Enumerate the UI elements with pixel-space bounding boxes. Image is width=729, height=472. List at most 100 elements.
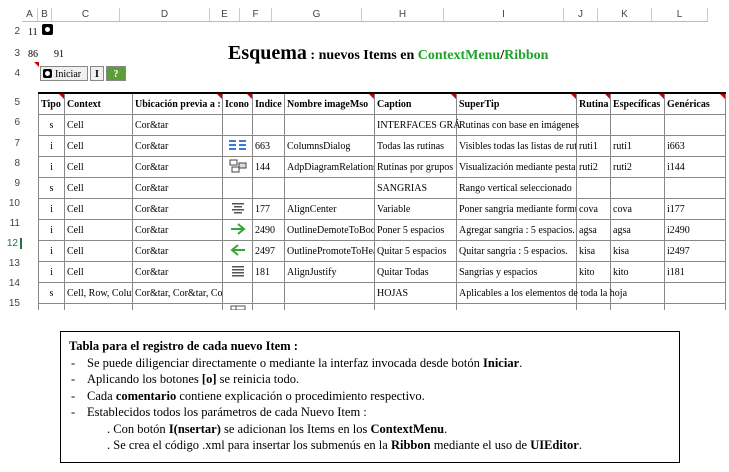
row-header[interactable]: 10 [0,198,22,209]
cell-icono[interactable] [222,219,253,241]
cell-gener[interactable]: i2490 [664,219,726,241]
col-header[interactable]: J [564,8,598,21]
cell-espec[interactable]: cova [610,198,665,220]
cell-rutina[interactable]: ruti2 [576,156,611,178]
cell-indice[interactable]: 663 [252,135,285,157]
cell-gener[interactable] [664,114,726,136]
cell-supertip[interactable]: Agregar sangria : 5 espacios. [456,219,577,241]
cell-gener[interactable]: i2497 [664,240,726,262]
cell-supertip[interactable]: Visibles todas las listas de rutinas [456,135,577,157]
cell-nombre[interactable] [284,282,375,304]
cell-indice[interactable]: 160 [252,303,285,310]
col-header[interactable]: D [120,8,210,21]
col-header[interactable]: E [210,8,240,21]
row-header[interactable]: 4 [0,68,22,79]
cell-ubic[interactable]: Cor&tar, Cor&tar, Cor&tar, &Insertar… [132,282,223,304]
cell-tipo[interactable]: s [38,282,65,304]
row-header[interactable]: 6 [0,117,22,128]
header-indice[interactable]: Indice [252,92,285,115]
cell-tipo[interactable]: i [38,261,65,283]
cell-gener[interactable] [664,282,726,304]
cell-espec[interactable]: ruti1 [610,135,665,157]
cell-rutina[interactable]: insH [576,303,611,310]
header-context[interactable]: Context [64,92,133,115]
cell-rutina[interactable] [576,177,611,199]
cell-context[interactable]: Cell [64,135,133,157]
cell-rutina[interactable]: cova [576,198,611,220]
cell-espec[interactable]: kito [610,261,665,283]
row-header[interactable]: 15 [0,298,22,309]
cell-indice[interactable] [252,177,285,199]
col-header[interactable]: G [272,8,362,21]
cell-icono[interactable] [222,303,253,310]
cell-caption[interactable]: HOJAS [374,282,457,304]
cell-nombre[interactable] [284,114,375,136]
col-header[interactable]: F [240,8,272,21]
cell-caption[interactable]: Poner 5 espacios [374,219,457,241]
cell-gener[interactable]: i177 [664,198,726,220]
row-header[interactable]: 13 [0,258,22,269]
cell-tipo[interactable]: i [38,135,65,157]
row-header[interactable]: 5 [0,97,22,108]
cell-context[interactable]: Cell, Row, Column [64,282,133,304]
cell-indice[interactable]: 2497 [252,240,285,262]
col-header[interactable]: K [598,8,652,21]
header-supertip[interactable]: SuperTip [456,92,577,115]
cell-supertip[interactable]: Sangrias y espacios [456,261,577,283]
cell-context[interactable]: Cell [64,114,133,136]
cell-espec[interactable] [610,177,665,199]
cell-gener[interactable]: i663 [664,135,726,157]
cell-supertip[interactable]: Aplicables a los elementos de toda la ho… [456,282,627,304]
cell-rutina[interactable] [576,114,611,136]
cell-context[interactable]: Cell [64,261,133,283]
cell-a2[interactable]: 11 [28,26,38,40]
cell-nombre[interactable]: ColumnsDialog [284,135,375,157]
header-ubicacion[interactable]: Ubicación previa a : [132,92,223,115]
cell-indice[interactable] [252,282,285,304]
cell-ubic[interactable]: Cor&tar [132,219,223,241]
cell-supertip[interactable]: Visualización mediante pestañas [456,156,577,178]
cell-b3[interactable]: 91 [54,48,64,62]
row-header[interactable]: 14 [0,278,22,289]
cell-espec[interactable]: agsa [610,219,665,241]
cell-icono[interactable] [222,240,253,262]
cell-gener[interactable]: i181 [664,261,726,283]
cell-icono[interactable] [222,282,253,304]
row-header-selected[interactable]: 12 [0,238,22,249]
cell-caption[interactable]: Variable [374,198,457,220]
cell-context[interactable]: Cell, Row, Column [64,303,133,310]
cell-gener[interactable]: i160 [664,303,726,310]
cell-ubic[interactable]: Cor&tar [132,114,223,136]
cell-gener[interactable] [664,177,726,199]
cell-tipo[interactable]: i [38,219,65,241]
cell-supertip[interactable]: Poner sangria mediante formulario [456,198,577,220]
cell-caption[interactable]: Rutinas por grupos [374,156,457,178]
col-header[interactable]: I [444,8,564,21]
cell-ubic[interactable]: Cor&tar, Cor&tar, Cor&tar, Cor [132,303,223,310]
cell-supertip[interactable]: Con número siguiente y activa [456,303,577,310]
header-nombre[interactable]: Nombre imageMso [284,92,375,115]
cell-nombre[interactable]: AlignCenter [284,198,375,220]
cell-icono[interactable] [222,261,253,283]
cell-caption[interactable]: Quitar Todas [374,261,457,283]
header-rutina[interactable]: Rutina [576,92,611,115]
cell-ubic[interactable]: Cor&tar [132,198,223,220]
col-header[interactable]: A [22,8,38,21]
cell-tipo[interactable]: s [38,177,65,199]
cell-gener[interactable]: i144 [664,156,726,178]
cell-nombre[interactable]: OutlineDemoteToBody [284,219,375,241]
cell-caption[interactable]: INTERFACES GRÁ [374,114,460,136]
cell-icono[interactable] [222,198,253,220]
cell-espec[interactable]: kisa [610,240,665,262]
cell-a3[interactable]: 86 [28,48,38,62]
row-header[interactable]: 2 [0,26,22,37]
cell-indice[interactable]: 144 [252,156,285,178]
help-button[interactable]: ? [106,66,126,81]
spreadsheet[interactable]: A B C D E F G H I J K L 2 3 4 5 6 7 8 9 … [0,0,729,310]
cell-nombre[interactable]: AdpStoredProcedure [284,303,375,310]
row-header[interactable]: 3 [0,48,22,59]
cell-icono[interactable] [222,156,253,178]
cell-caption[interactable]: Todas las rutinas [374,135,457,157]
cell-ubic[interactable]: Cor&tar [132,177,223,199]
header-genericas[interactable]: Genéricas [664,92,726,115]
